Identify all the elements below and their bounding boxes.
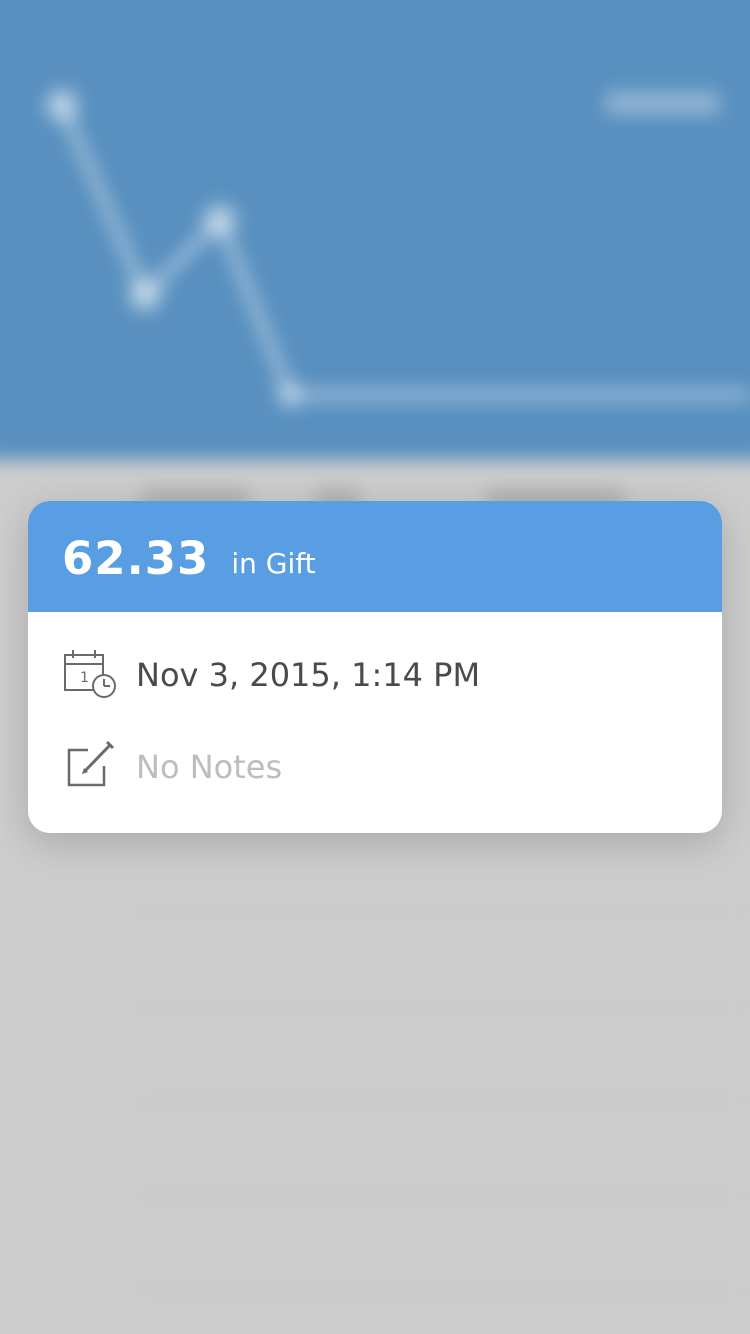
calendar-clock-icon: 1 [62, 646, 120, 704]
transaction-header: 62.33 in Gift [28, 501, 722, 612]
background-chart [46, 89, 750, 407]
background-row-divider [130, 1195, 750, 1197]
edit-note-icon [62, 738, 120, 796]
background-row-divider [130, 1100, 750, 1102]
background-row-divider [130, 1005, 750, 1007]
calendar-day-number: 1 [80, 670, 89, 686]
transaction-peek-card[interactable]: 62.33 in Gift 1 Nov 3, 2015, 1:14 PM No … [28, 501, 722, 833]
transaction-amount: 62.33 [62, 532, 210, 585]
transaction-notes-row: No Notes [28, 737, 722, 797]
transaction-date-row: 1 Nov 3, 2015, 1:14 PM [28, 644, 722, 706]
notes-placeholder: No Notes [136, 748, 283, 786]
background-row-divider [130, 1290, 750, 1292]
transaction-category: in Gift [231, 546, 316, 580]
background-row-divider [130, 910, 750, 912]
transaction-date: Nov 3, 2015, 1:14 PM [136, 656, 481, 694]
